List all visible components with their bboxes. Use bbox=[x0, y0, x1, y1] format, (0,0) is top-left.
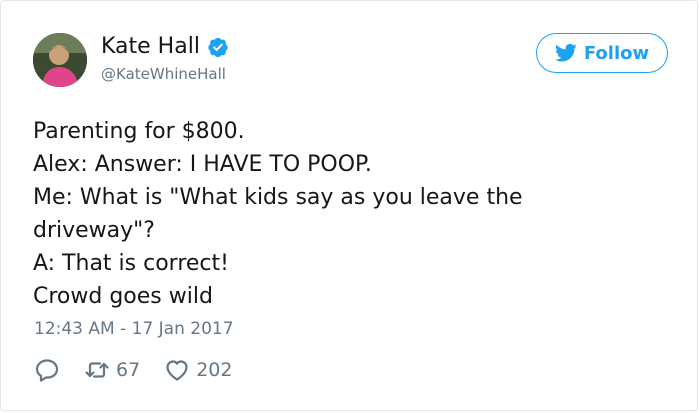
like-button[interactable]: 202 bbox=[164, 357, 232, 383]
like-count: 202 bbox=[196, 359, 233, 381]
display-name[interactable]: Kate Hall bbox=[101, 34, 200, 59]
tweet-line: driveway"? bbox=[33, 218, 155, 243]
tweet-line: Alex: Answer: I HAVE TO POOP. bbox=[33, 152, 372, 177]
reply-icon bbox=[35, 359, 59, 382]
tweet-line: Me: What is "What kids say as you leave … bbox=[33, 185, 523, 210]
twitter-bird-icon bbox=[554, 43, 577, 62]
retweet-button[interactable]: 67 bbox=[84, 357, 140, 383]
verified-badge-icon bbox=[208, 37, 228, 57]
tweet-line: A: That is correct! bbox=[33, 251, 229, 276]
retweet-count: 67 bbox=[116, 359, 141, 381]
tweet-line: Crowd goes wild bbox=[33, 284, 213, 309]
tweet-timestamp[interactable]: 12:43 AM - 17 Jan 2017 bbox=[34, 319, 234, 339]
reply-button[interactable] bbox=[34, 357, 60, 383]
tweet-line: Parenting for $800. bbox=[33, 119, 245, 144]
follow-button[interactable]: Follow bbox=[536, 33, 668, 73]
avatar[interactable] bbox=[33, 33, 87, 87]
name-row: Kate Hall bbox=[101, 34, 229, 59]
tweet-card: Kate Hall @KateWhineHall Follow Parentin… bbox=[0, 0, 698, 411]
tweet-text: Parenting for $800. Alex: Answer: I HAVE… bbox=[33, 115, 673, 313]
user-handle[interactable]: @KateWhineHall bbox=[101, 65, 226, 83]
heart-icon bbox=[166, 360, 188, 381]
retweet-icon bbox=[85, 362, 109, 378]
tweet-actions: 67 202 bbox=[34, 357, 256, 383]
follow-button-label: Follow bbox=[583, 42, 650, 64]
